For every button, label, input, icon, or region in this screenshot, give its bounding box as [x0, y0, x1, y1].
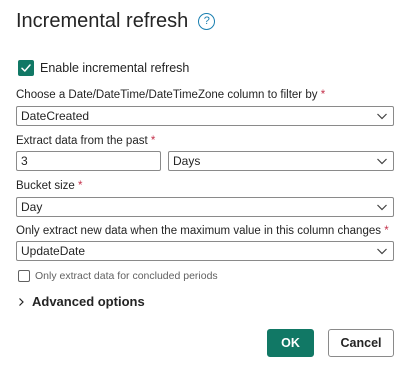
enable-incremental-refresh-checkbox[interactable] — [18, 60, 34, 76]
extract-label-text: Extract data from the past — [16, 135, 148, 147]
detect-label-text: Only extract new data when the maximum v… — [16, 225, 381, 237]
column-label: Choose a Date/DateTime/DateTimeZone colu… — [16, 89, 325, 101]
bucket-label-text: Bucket size — [16, 180, 75, 192]
bucket-size-dropdown[interactable]: Day — [16, 197, 394, 217]
date-column-dropdown[interactable]: DateCreated — [16, 106, 394, 126]
extract-required-mark: * — [150, 135, 156, 147]
advanced-options-toggle[interactable]: Advanced options — [16, 294, 145, 309]
extract-number-input[interactable]: 3 — [16, 151, 161, 171]
concluded-periods-row[interactable]: Only extract data for concluded periods — [18, 270, 218, 282]
extract-number-value: 3 — [21, 154, 28, 168]
column-label-text: Choose a Date/DateTime/DateTimeZone colu… — [16, 89, 318, 101]
chevron-down-icon — [377, 113, 387, 120]
incremental-refresh-dialog: Incremental refresh ? Enable incremental… — [0, 0, 406, 374]
detect-column-dropdown[interactable]: UpdateDate — [16, 241, 394, 261]
extract-label: Extract data from the past * — [16, 135, 155, 147]
column-required-mark: * — [320, 89, 326, 101]
bucket-required-mark: * — [78, 180, 83, 192]
checkmark-icon — [21, 64, 31, 72]
title-row: Incremental refresh ? — [16, 10, 216, 33]
chevron-down-icon — [377, 158, 387, 165]
bucket-label: Bucket size * — [16, 180, 83, 192]
advanced-options-label: Advanced options — [32, 294, 145, 309]
dialog-title: Incremental refresh — [16, 10, 189, 32]
chevron-right-icon — [19, 297, 24, 306]
help-icon[interactable]: ? — [198, 13, 216, 30]
detect-column-value: UpdateDate — [21, 244, 86, 258]
ok-button[interactable]: OK — [267, 329, 314, 357]
cancel-button[interactable]: Cancel — [328, 329, 394, 357]
enable-incremental-refresh-row[interactable]: Enable incremental refresh — [18, 60, 189, 76]
date-column-value: DateCreated — [21, 109, 90, 123]
concluded-periods-label: Only extract data for concluded periods — [35, 270, 218, 282]
extract-unit-value: Days — [173, 154, 201, 168]
detect-label: Only extract new data when the maximum v… — [16, 225, 389, 237]
bucket-size-value: Day — [21, 200, 43, 214]
extract-unit-dropdown[interactable]: Days — [168, 151, 394, 171]
chevron-down-icon — [377, 248, 387, 255]
chevron-down-icon — [377, 204, 387, 211]
concluded-periods-checkbox[interactable] — [18, 270, 30, 282]
enable-incremental-refresh-label: Enable incremental refresh — [40, 61, 190, 75]
detect-required-mark: * — [384, 225, 389, 237]
